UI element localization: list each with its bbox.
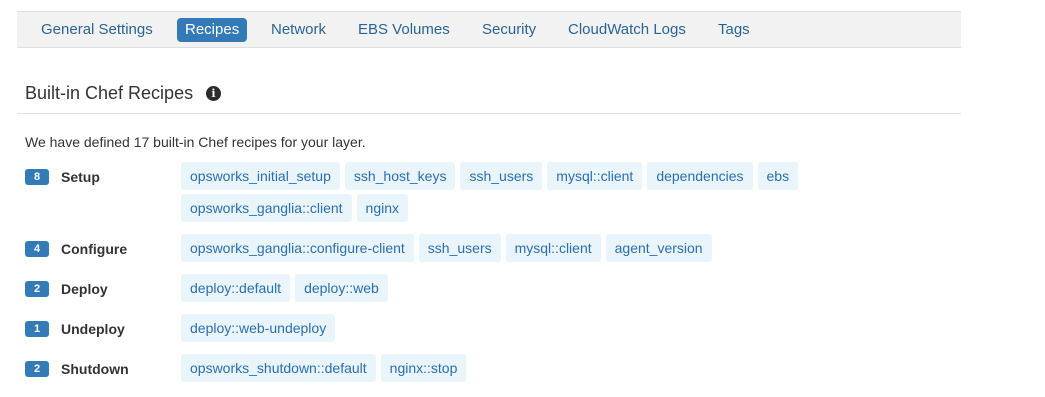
- tab-network[interactable]: Network: [263, 18, 334, 42]
- tab-ebs-volumes[interactable]: EBS Volumes: [350, 18, 458, 42]
- section-title: Built-in Chef Recipes: [25, 83, 194, 103]
- recipe-chip[interactable]: mysql::client: [547, 162, 643, 190]
- recipe-chip[interactable]: nginx: [356, 194, 408, 222]
- recipe-count-badge: 2: [25, 361, 49, 377]
- section-divider: [17, 113, 961, 114]
- recipe-chip[interactable]: opsworks_ganglia::configure-client: [181, 234, 414, 262]
- recipe-count-badge: 2: [25, 281, 49, 297]
- lifecycle-event-label: Deploy: [61, 281, 108, 297]
- recipe-chip[interactable]: deploy::default: [181, 274, 291, 302]
- info-circle-icon[interactable]: i: [206, 86, 221, 101]
- recipes-page: General Settings Recipes Network EBS Vol…: [0, 0, 1045, 397]
- lifecycle-event-label: Configure: [61, 241, 128, 257]
- recipe-list: opsworks_ganglia::configure-client ssh_u…: [181, 234, 971, 262]
- recipe-count-badge: 1: [25, 321, 49, 337]
- recipe-chip[interactable]: ebs: [757, 162, 799, 190]
- recipe-count-badge: 8: [25, 169, 49, 185]
- tab-general-settings[interactable]: General Settings: [33, 18, 161, 42]
- recipe-chip[interactable]: nginx::stop: [380, 354, 467, 382]
- tab-tags[interactable]: Tags: [710, 18, 758, 42]
- recipe-chip[interactable]: deploy::web: [295, 274, 388, 302]
- recipe-chip[interactable]: ssh_users: [460, 162, 543, 190]
- recipe-chip[interactable]: ssh_host_keys: [344, 162, 456, 190]
- recipe-chip[interactable]: mysql::client: [505, 234, 601, 262]
- recipe-chip[interactable]: ssh_users: [418, 234, 501, 262]
- recipe-chip[interactable]: agent_version: [605, 234, 712, 262]
- recipe-chip[interactable]: opsworks_initial_setup: [181, 162, 340, 190]
- recipe-list: deploy::web-undeploy: [181, 314, 971, 342]
- tab-cloudwatch-logs[interactable]: CloudWatch Logs: [560, 18, 694, 42]
- recipes-description: We have defined 17 built-in Chef recipes…: [25, 134, 366, 150]
- recipe-list: opsworks_shutdown::default nginx::stop: [181, 354, 971, 382]
- recipe-count-badge: 4: [25, 241, 49, 257]
- recipe-list: deploy::default deploy::web: [181, 274, 971, 302]
- tab-security[interactable]: Security: [474, 18, 544, 42]
- layer-tabs: General Settings Recipes Network EBS Vol…: [17, 11, 961, 48]
- lifecycle-event-label: Shutdown: [61, 361, 129, 377]
- recipe-chip[interactable]: opsworks_ganglia::client: [181, 194, 352, 222]
- recipe-chip[interactable]: dependencies: [647, 162, 753, 190]
- recipe-chip[interactable]: opsworks_shutdown::default: [181, 354, 376, 382]
- lifecycle-event-label: Undeploy: [61, 321, 125, 337]
- lifecycle-event-label: Setup: [61, 169, 100, 185]
- recipe-list: opsworks_initial_setup ssh_host_keys ssh…: [181, 162, 971, 222]
- recipe-chip[interactable]: deploy::web-undeploy: [181, 314, 336, 342]
- tab-recipes[interactable]: Recipes: [177, 18, 248, 42]
